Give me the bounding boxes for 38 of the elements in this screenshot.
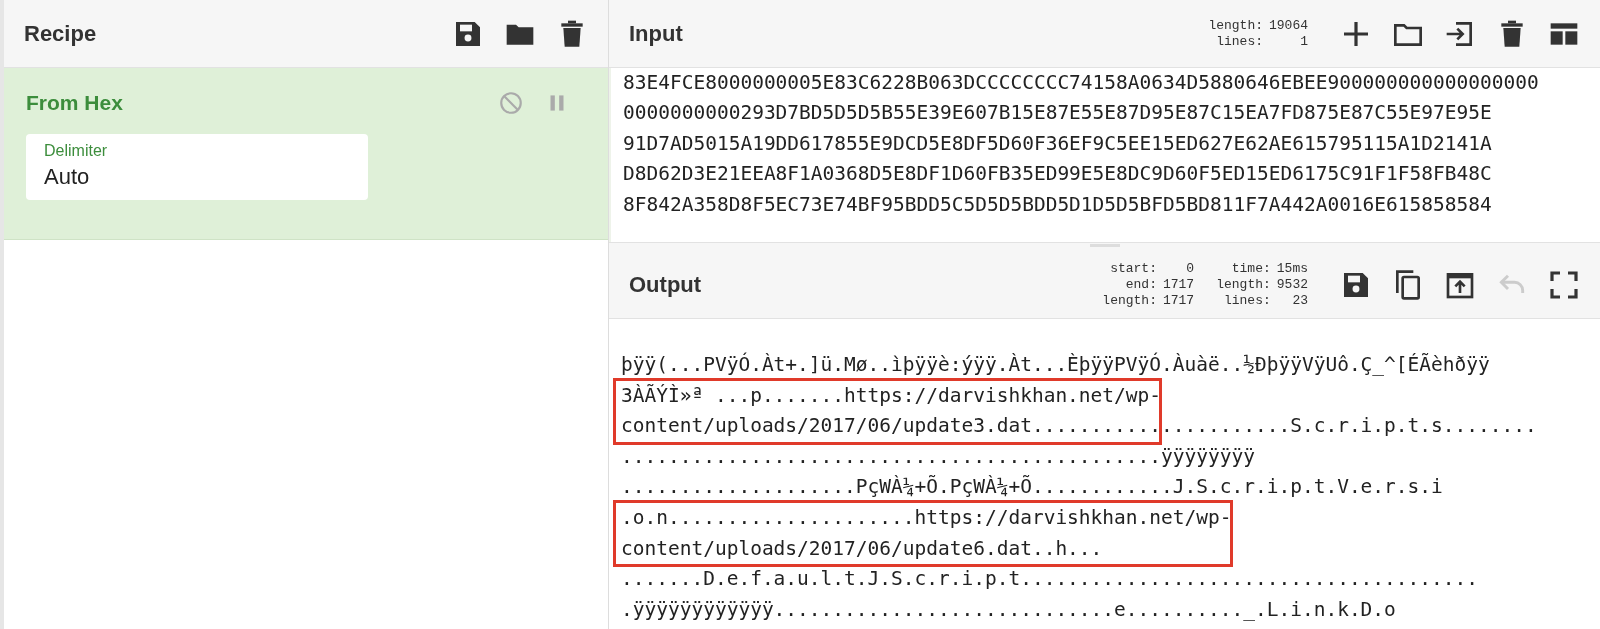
- field-value: Auto: [44, 164, 91, 190]
- stat-value: 1: [1299, 33, 1308, 50]
- stat-label: length:: [1102, 292, 1157, 309]
- stat-label: end:: [1124, 276, 1157, 293]
- stat-label: lines:: [1215, 33, 1263, 50]
- stat-label: time:: [1230, 260, 1271, 277]
- stat-value: 1717: [1162, 292, 1195, 309]
- stat-label: length:: [1208, 17, 1263, 34]
- output-text-line: .ÿÿÿÿÿÿÿÿÿÿÿÿ.............................e.........._.L.i.n.k.D.o: [621, 596, 1397, 623]
- operation-name: From Hex: [26, 91, 123, 115]
- stat-label: lines:: [1222, 292, 1271, 309]
- input-text-line: 8F842A358D8F5EC73E74BF95BDD5C5D5D5BDD5D1D5D5BFD5BD811F7A442A0016E615858584: [623, 191, 1493, 218]
- output-text-line: ....................PçWÀ¼+Õ.PçWÀ¼+Õ............J.S.c.r.i.p.t.V.e.r.s.i: [621, 474, 1444, 501]
- input-text-line: 83E4FCE8000000005E83C6228B063DCCCCCCCC74158A0634D5880646EBEE900000000000000000: [623, 70, 1540, 96]
- pane-title: Recipe: [24, 20, 97, 47]
- fullscreen-icon[interactable]: [1548, 268, 1580, 301]
- stat-value: 0: [1185, 260, 1195, 277]
- stat-value: 9532: [1276, 276, 1308, 293]
- stat-label: start:: [1109, 260, 1157, 277]
- input-text-line: 91D7AD5015A19DD617855E9DCD5E8DF5D60F36EF9C5EE15ED627E62AE615795115A1D2141A: [623, 130, 1493, 157]
- output-text-line: þÿÿ(...PVÿÓ.Àt+.]ü.Mø..ìþÿÿè:ýÿÿ.Àt...ÈþÿÿPVÿÓ.Àuàë..½ÐþÿÿVÿUô.Ç_^[ÉÃèhðÿÿ: [621, 351, 1491, 378]
- input-text-line: 0000000000293D7BD5D5D5B55E39E607B15E87E55E87D95E87C15EA7FD875E87C55E97E95E: [623, 100, 1493, 127]
- delimiter-field[interactable]: Delimiter Auto: [26, 134, 368, 200]
- stat-value: 15ms: [1276, 260, 1308, 277]
- stat-value: 19064: [1269, 17, 1308, 34]
- stat-label: length:: [1216, 276, 1271, 293]
- output-text-line: .......D.e.f.a.u.l.t.J.S.c.r.i.p.t.......................................: [621, 566, 1480, 593]
- input-text-line: D8D62D3E21EEA8F1A0368D5E8DF1D60FB35ED99E5E8DC9D60F5ED15ED6175C91F1F58FB48C: [623, 161, 1493, 188]
- pane-title: Output: [629, 271, 702, 298]
- pane-title: Input: [629, 20, 683, 47]
- output-text-line: 3ÀÃÝÌ»ª ...p.......https://darvishkhan.net/wp-: [621, 382, 1163, 409]
- stat-value: 1717: [1162, 276, 1195, 293]
- field-label: Delimiter: [44, 142, 109, 160]
- operation-card[interactable]: From Hex Delimiter Auto: [4, 68, 608, 240]
- stat-value: 23: [1291, 292, 1308, 309]
- output-text-line: content/uploads/2017/06/update6.dat..h...: [621, 535, 1104, 562]
- output-text-line: ..............................................ÿÿÿÿÿÿÿÿ: [621, 443, 1256, 470]
- output-text-line: .o.n.....................https://darvishkhan.net/wp-: [621, 504, 1233, 531]
